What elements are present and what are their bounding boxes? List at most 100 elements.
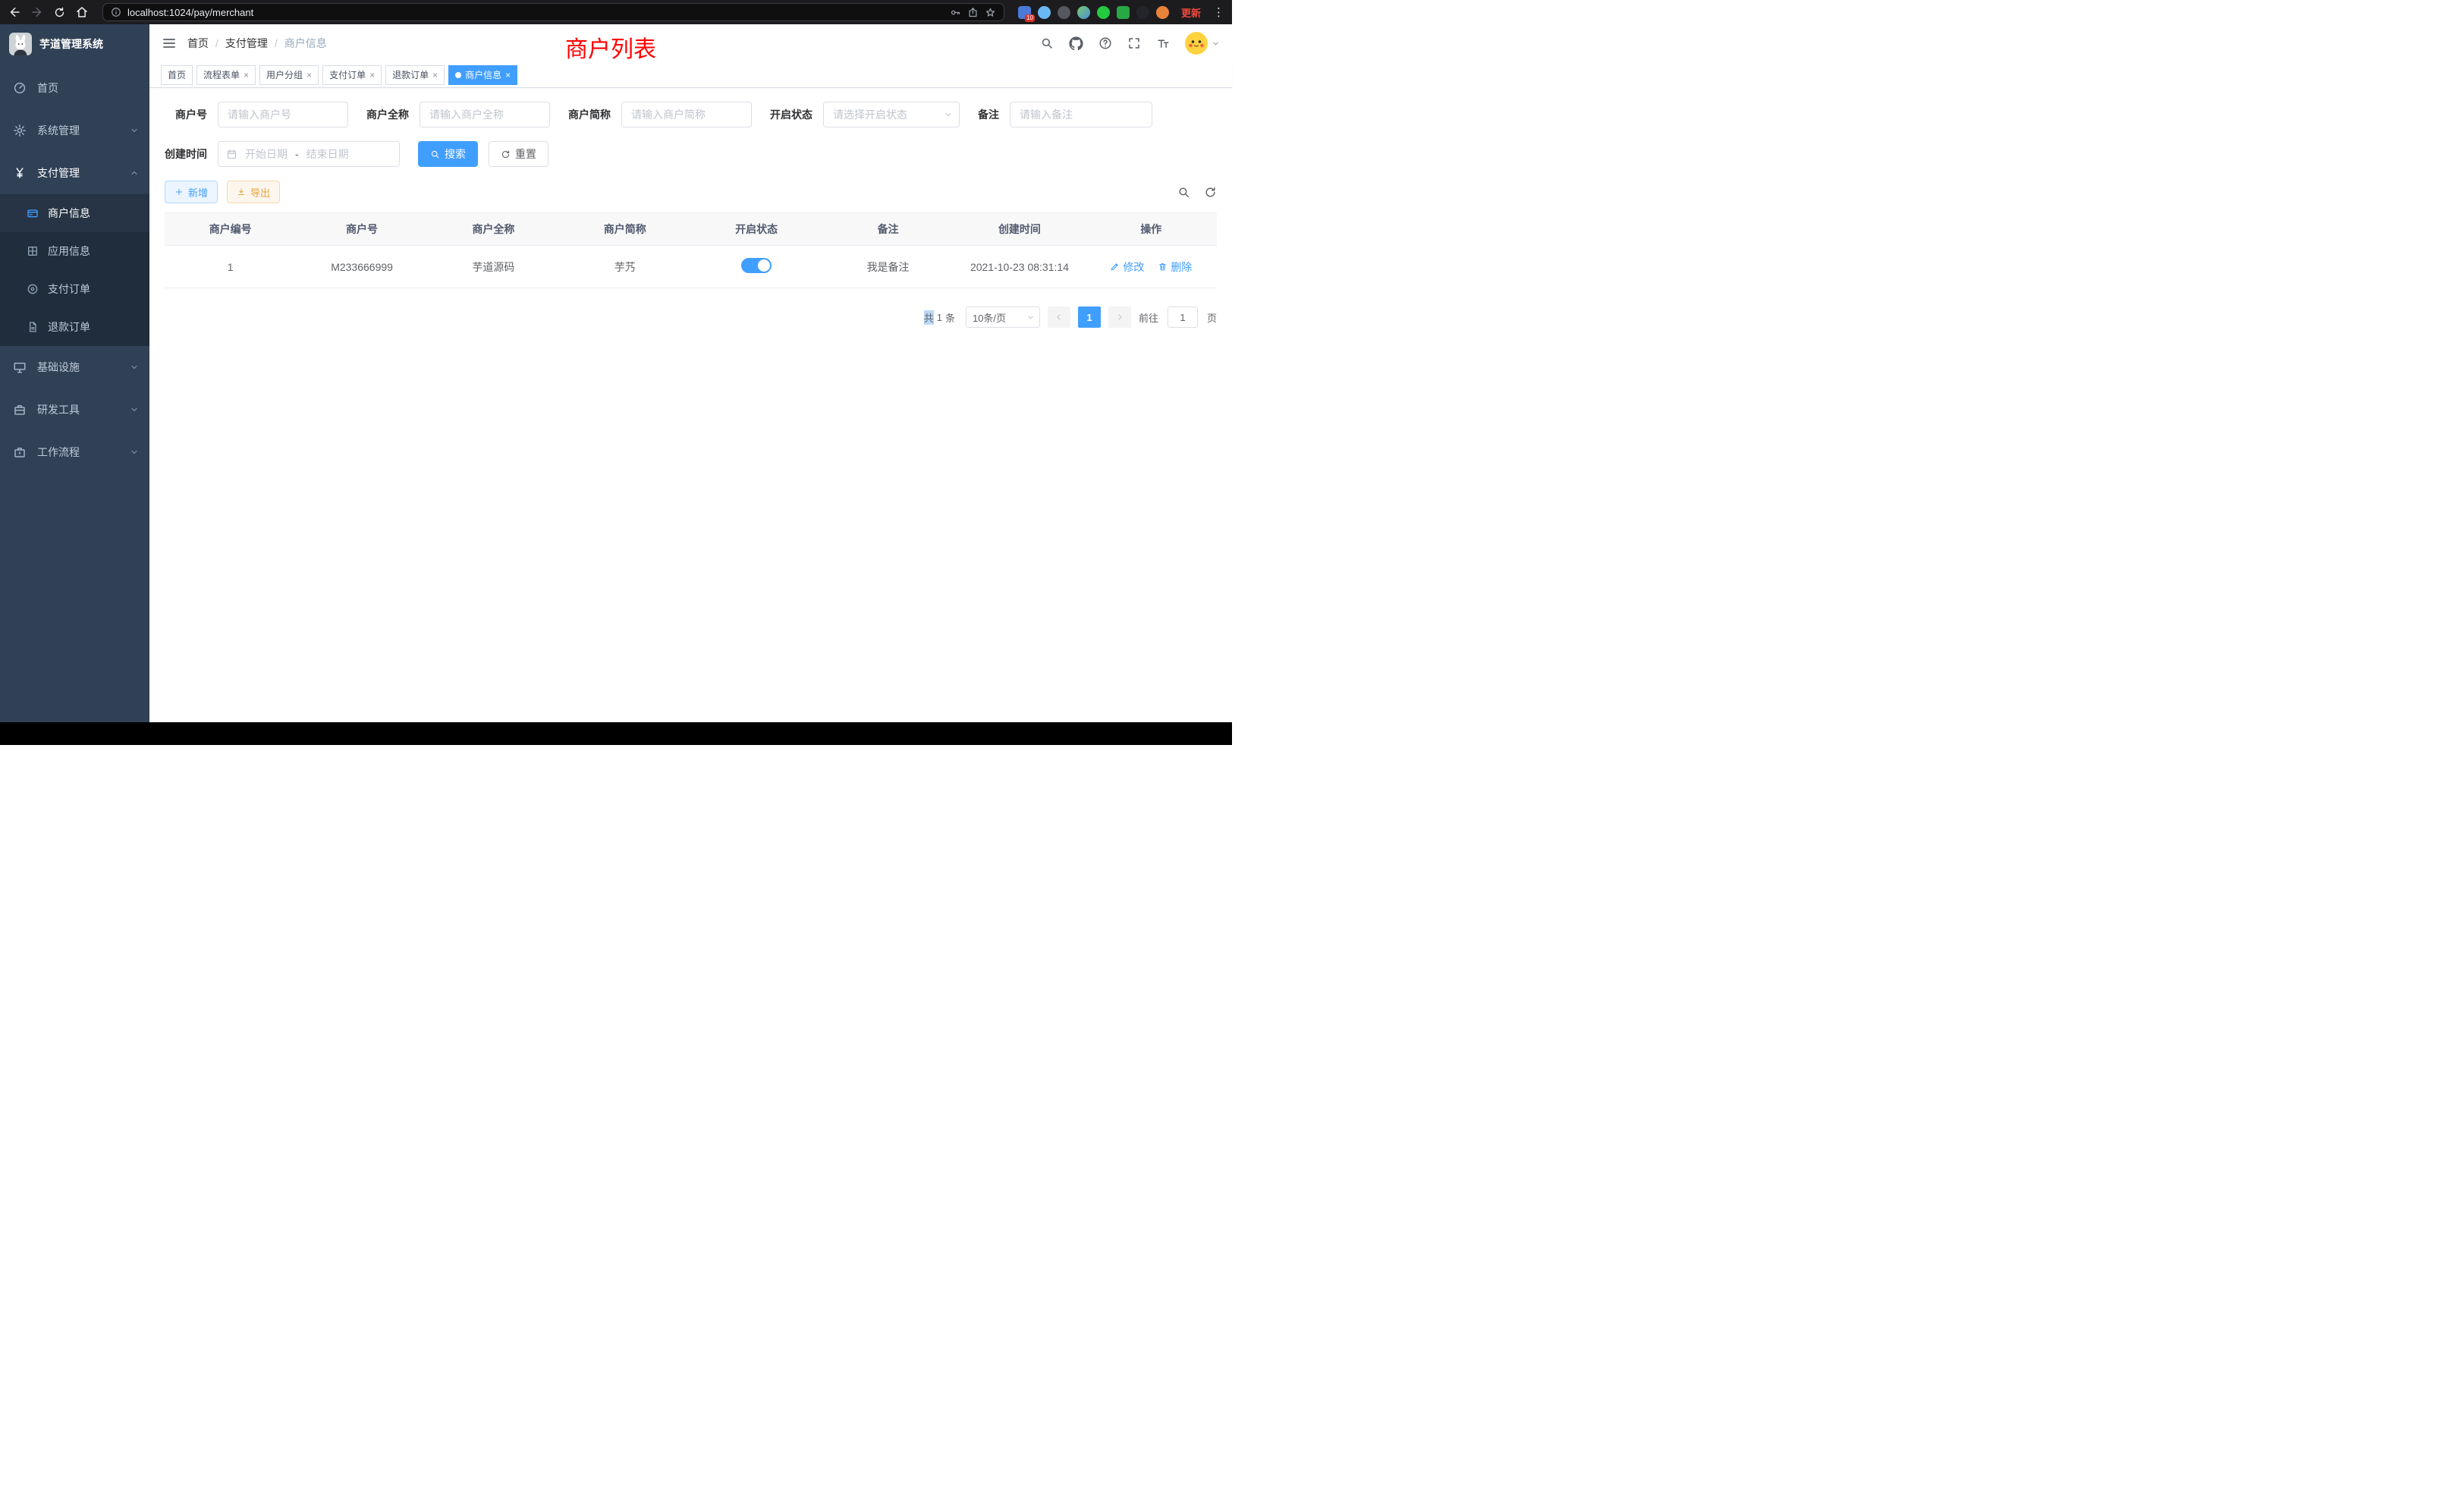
profile-avatar-icon[interactable]: [1156, 6, 1169, 19]
sidebar-item-devtools[interactable]: 研发工具: [0, 388, 149, 431]
sidebar-item-system[interactable]: 系统管理: [0, 109, 149, 152]
filter-label: 开启状态: [770, 107, 812, 122]
font-size-icon[interactable]: [1156, 36, 1170, 50]
page-header: 首页 / 支付管理 / 商户信息 商户列表: [149, 24, 1232, 62]
extension-icon[interactable]: [1038, 6, 1051, 19]
delete-link[interactable]: 删除: [1158, 259, 1192, 275]
status-select[interactable]: 请选择开启状态: [823, 102, 960, 127]
key-icon[interactable]: [950, 7, 961, 18]
site-info-icon[interactable]: [111, 7, 121, 17]
cell-merchant-no: M233666999: [296, 246, 427, 288]
search-button[interactable]: 搜索: [418, 141, 478, 167]
sidebar-item-refund-order[interactable]: 退款订单: [0, 308, 149, 346]
help-icon[interactable]: [1098, 36, 1112, 50]
export-button[interactable]: 导出: [227, 181, 280, 203]
sidebar-item-label: 基础设施: [37, 360, 80, 375]
close-icon[interactable]: ×: [244, 71, 249, 80]
sidebar-item-label: 系统管理: [37, 123, 80, 138]
extension-icon[interactable]: [1058, 6, 1070, 19]
yen-icon: [13, 166, 27, 180]
fullscreen-icon[interactable]: [1127, 36, 1141, 50]
url-text[interactable]: localhost:1024/pay/merchant: [127, 7, 944, 18]
reset-button[interactable]: 重置: [489, 141, 548, 167]
filter-label: 备注: [978, 107, 999, 122]
sidebar-item-app-info[interactable]: 应用信息: [0, 232, 149, 270]
browser-toolbar: localhost:1024/pay/merchant 10 更新 ⋮: [0, 0, 1232, 24]
tab-process-form[interactable]: 流程表单 ×: [196, 65, 256, 85]
tab-merchant-info[interactable]: 商户信息 ×: [448, 65, 517, 85]
bookmark-star-icon[interactable]: [985, 7, 996, 18]
cell-merchant-id: 1: [165, 246, 296, 288]
sidebar-item-payment[interactable]: 支付管理: [0, 152, 149, 194]
close-icon[interactable]: ×: [505, 71, 511, 80]
filter-row-2: 创建时间 开始日期 - 结束日期 搜索 重置: [165, 141, 1217, 167]
remark-input[interactable]: [1010, 102, 1152, 127]
filter-label: 商户全称: [366, 107, 409, 122]
share-icon[interactable]: [967, 7, 979, 18]
close-icon[interactable]: ×: [432, 71, 438, 80]
sidebar-logo[interactable]: 芋道管理系统: [0, 24, 149, 64]
sidebar-item-label: 工作流程: [37, 445, 80, 460]
date-range-picker[interactable]: 开始日期 - 结束日期: [218, 141, 400, 167]
sidebar-item-label: 退款订单: [48, 319, 90, 335]
refresh-icon[interactable]: [1204, 186, 1217, 199]
search-icon[interactable]: [1040, 36, 1054, 50]
table-row: 1 M233666999 芋道源码 芋艿 我是备注 2021-10-23 08:…: [165, 246, 1217, 288]
status-toggle[interactable]: [741, 258, 772, 273]
back-icon[interactable]: [8, 5, 21, 19]
tab-user-group[interactable]: 用户分组 ×: [259, 65, 319, 85]
current-page-button[interactable]: 1: [1078, 306, 1101, 328]
extension-icon[interactable]: [1077, 6, 1090, 19]
sidebar-item-merchant-info[interactable]: 商户信息: [0, 194, 149, 232]
pagination-total: 共 1 条: [924, 310, 955, 325]
show-search-icon[interactable]: [1177, 186, 1190, 199]
tab-refund-order[interactable]: 退款订单 ×: [385, 65, 445, 85]
sidebar-item-home[interactable]: 首页: [0, 67, 149, 109]
add-button[interactable]: 新增: [165, 181, 218, 203]
chrome-update-button[interactable]: 更新: [1181, 5, 1201, 20]
breadcrumb-item[interactable]: 支付管理: [225, 36, 268, 51]
github-icon[interactable]: [1069, 36, 1083, 51]
reload-icon[interactable]: [53, 6, 66, 19]
monitor-icon: [13, 360, 27, 374]
tab-pay-order[interactable]: 支付订单 ×: [322, 65, 382, 85]
chevron-down-icon: [130, 126, 139, 135]
sidebar-item-workflow[interactable]: 工作流程: [0, 431, 149, 473]
user-menu[interactable]: [1185, 32, 1220, 55]
sidebar-item-pay-order[interactable]: 支付订单: [0, 270, 149, 308]
breadcrumb-item[interactable]: 首页: [187, 36, 209, 51]
tab-home[interactable]: 首页: [161, 65, 193, 85]
next-page-button[interactable]: [1108, 306, 1131, 328]
chevron-down-icon: [130, 448, 139, 457]
col-header: 创建时间: [954, 213, 1085, 246]
sidebar-toggle-icon[interactable]: [162, 36, 177, 51]
date-start-placeholder: 开始日期: [245, 146, 288, 162]
merchant-shortname-input[interactable]: [621, 102, 752, 127]
col-header: 商户号: [296, 213, 427, 246]
edit-link[interactable]: 修改: [1110, 259, 1144, 275]
cell-create-time: 2021-10-23 08:31:14: [954, 246, 1085, 288]
filter-row-1: 商户号 商户全称 商户简称 开启状态 请选择开启状态: [165, 102, 1217, 127]
date-end-placeholder: 结束日期: [306, 146, 349, 162]
extension-icon[interactable]: [1136, 6, 1149, 19]
close-icon[interactable]: ×: [306, 71, 312, 80]
page-size-select[interactable]: 10条/页: [966, 306, 1040, 328]
extension-icon[interactable]: [1117, 6, 1130, 19]
sidebar-item-infrastructure[interactable]: 基础设施: [0, 346, 149, 388]
merchant-no-input[interactable]: [218, 102, 348, 127]
active-tab-dot: [455, 72, 461, 78]
page-size-value: 10条/页: [973, 310, 1006, 325]
extension-icon[interactable]: 10: [1018, 6, 1031, 19]
filter-label: 创建时间: [165, 146, 207, 162]
forward-icon[interactable]: [30, 5, 44, 19]
prev-page-button[interactable]: [1048, 306, 1070, 328]
tab-label: 首页: [168, 68, 186, 81]
merchant-fullname-input[interactable]: [420, 102, 550, 127]
url-bar[interactable]: localhost:1024/pay/merchant: [102, 3, 1004, 21]
extension-icon[interactable]: [1097, 6, 1110, 19]
home-icon[interactable]: [75, 5, 89, 19]
goto-page-input[interactable]: [1168, 306, 1198, 328]
extension-badge: 10: [1025, 14, 1035, 22]
browser-menu-icon[interactable]: ⋮: [1213, 5, 1224, 19]
close-icon[interactable]: ×: [369, 71, 375, 80]
